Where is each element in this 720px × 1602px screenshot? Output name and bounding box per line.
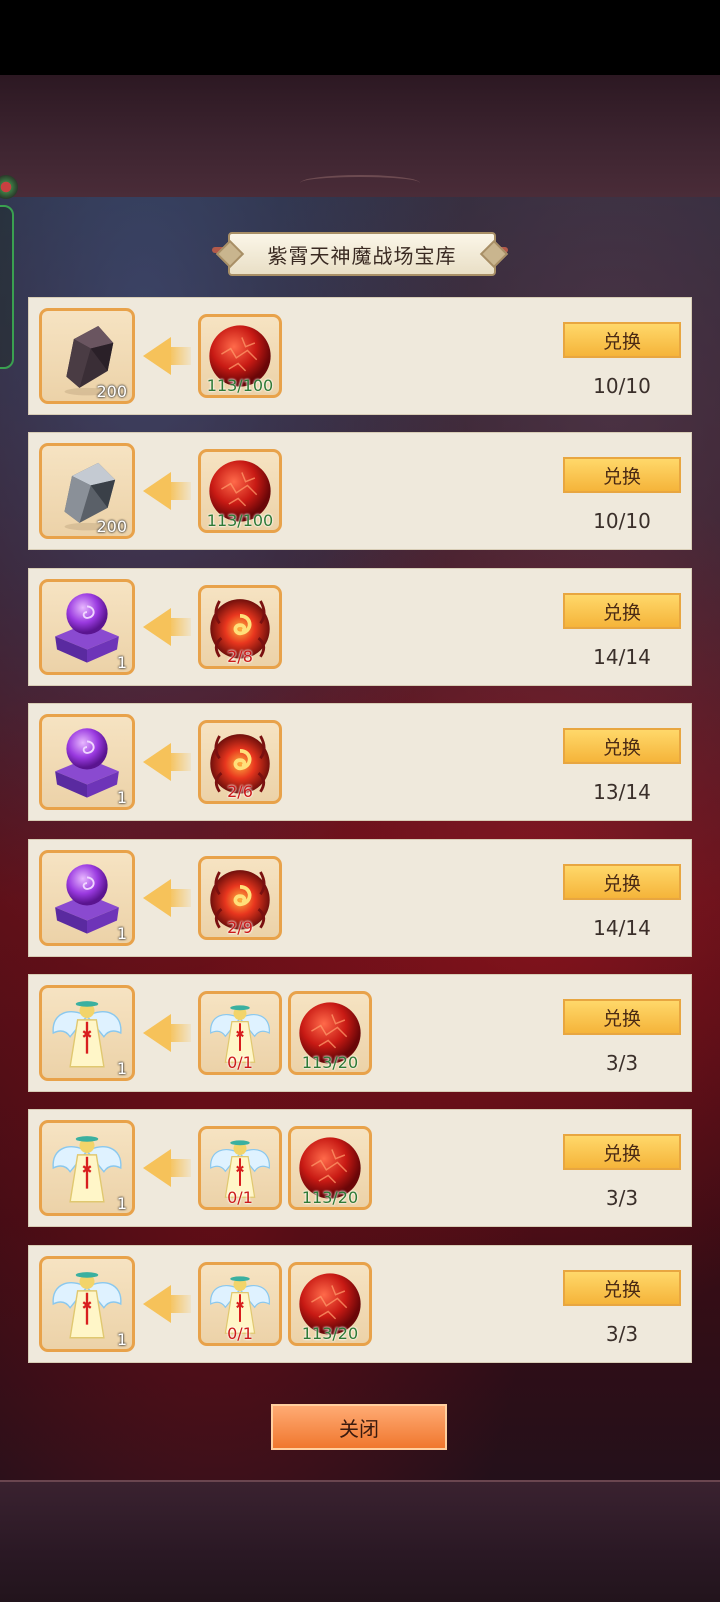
purple-crystal-ball-icon[interactable]: 1 [39,850,135,946]
arrow-tail [169,753,191,771]
arrow-left-icon [143,1285,171,1323]
exchange-row: 1 0/1 113/20 兑换 3/3 [28,1245,692,1363]
arrow-tail [169,1295,191,1313]
exchange-button[interactable]: 兑换 [563,457,681,493]
exchange-count: 14/14 [593,916,651,940]
header-band [0,75,720,199]
winged-costume-icon[interactable]: 1 [39,1256,135,1352]
winged-costume-icon[interactable]: 1 [39,985,135,1081]
exchange-row: 1 0/1 113/20 兑换 3/3 [28,974,692,1092]
reward-quantity: 1 [116,1330,127,1349]
cost-progress: 0/1 [227,1324,253,1343]
exchange-row: 200 113/100 兑换 10/10 [28,297,692,415]
exchange-row: 1 0/1 113/20 兑换 3/3 [28,1109,692,1227]
arrow-tail [169,1024,191,1042]
exchange-row: 1 2/9 兑换 14/14 [28,839,692,957]
arrow-left-icon [143,879,171,917]
exchange-count: 10/10 [593,509,651,533]
exchange-count: 10/10 [593,374,651,398]
silver-ore-icon[interactable]: 200 [39,443,135,539]
exchange-button[interactable]: 兑换 [563,864,681,900]
winged-costume-icon[interactable]: 0/1 [198,1262,282,1346]
cost-progress: 113/100 [206,376,274,395]
cost-progress: 0/1 [227,1053,253,1072]
cost-progress: 0/1 [227,1188,253,1207]
footer-band [0,1480,720,1602]
page-title: 紫霄天神魔战场宝库 [228,232,496,276]
fire-seal-icon[interactable]: 2/9 [198,856,282,940]
red-orb-icon[interactable]: 113/100 [198,314,282,398]
arrow-left-icon [143,1149,171,1187]
exchange-button[interactable]: 兑换 [563,593,681,629]
exchange-button[interactable]: 兑换 [563,322,681,358]
exchange-count: 13/14 [593,780,651,804]
close-button[interactable]: 关闭 [271,1404,447,1450]
reward-quantity: 1 [116,1194,127,1213]
cost-progress: 113/100 [206,511,274,530]
exchange-count: 3/3 [605,1186,639,1210]
red-orb-icon[interactable]: 113/20 [288,1126,372,1210]
fire-seal-icon[interactable]: 2/6 [198,720,282,804]
arrow-tail [169,1159,191,1177]
fire-seal-icon[interactable]: 2/8 [198,585,282,669]
reward-quantity: 1 [116,788,127,807]
top-black-bar [0,0,720,75]
dark-ore-icon[interactable]: 200 [39,308,135,404]
cost-progress: 113/20 [301,1188,359,1207]
reward-quantity: 1 [116,1059,127,1078]
exchange-count: 3/3 [605,1322,639,1346]
cost-progress: 2/6 [227,782,253,801]
cost-progress: 2/9 [227,918,253,937]
arrow-left-icon [143,608,171,646]
reward-quantity: 200 [96,517,127,536]
arrow-tail [169,482,191,500]
side-tab[interactable] [0,205,14,369]
header-ornament [300,175,420,191]
arrow-left-icon [143,743,171,781]
cost-progress: 113/20 [301,1053,359,1072]
arrow-left-icon [143,472,171,510]
winged-costume-icon[interactable]: 0/1 [198,991,282,1075]
exchange-button[interactable]: 兑换 [563,728,681,764]
arrow-tail [169,347,191,365]
arrow-tail [169,889,191,907]
winged-costume-icon[interactable]: 0/1 [198,1126,282,1210]
winged-costume-icon[interactable]: 1 [39,1120,135,1216]
purple-crystal-ball-icon[interactable]: 1 [39,579,135,675]
red-orb-icon[interactable]: 113/20 [288,991,372,1075]
exchange-row: 1 2/6 兑换 13/14 [28,703,692,821]
exchange-count: 3/3 [605,1051,639,1075]
reward-quantity: 200 [96,382,127,401]
reward-quantity: 1 [116,924,127,943]
exchange-row: 1 2/8 兑换 14/14 [28,568,692,686]
arrow-left-icon [143,1014,171,1052]
exchange-button[interactable]: 兑换 [563,1270,681,1306]
arrow-left-icon [143,337,171,375]
red-orb-icon[interactable]: 113/20 [288,1262,372,1346]
arrow-tail [169,618,191,636]
exchange-button[interactable]: 兑换 [563,999,681,1035]
exchange-row: 200 113/100 兑换 10/10 [28,432,692,550]
reward-quantity: 1 [116,653,127,672]
purple-crystal-ball-icon[interactable]: 1 [39,714,135,810]
cost-progress: 2/8 [227,647,253,666]
exchange-count: 14/14 [593,645,651,669]
cost-progress: 113/20 [301,1324,359,1343]
exchange-button[interactable]: 兑换 [563,1134,681,1170]
red-orb-icon[interactable]: 113/100 [198,449,282,533]
